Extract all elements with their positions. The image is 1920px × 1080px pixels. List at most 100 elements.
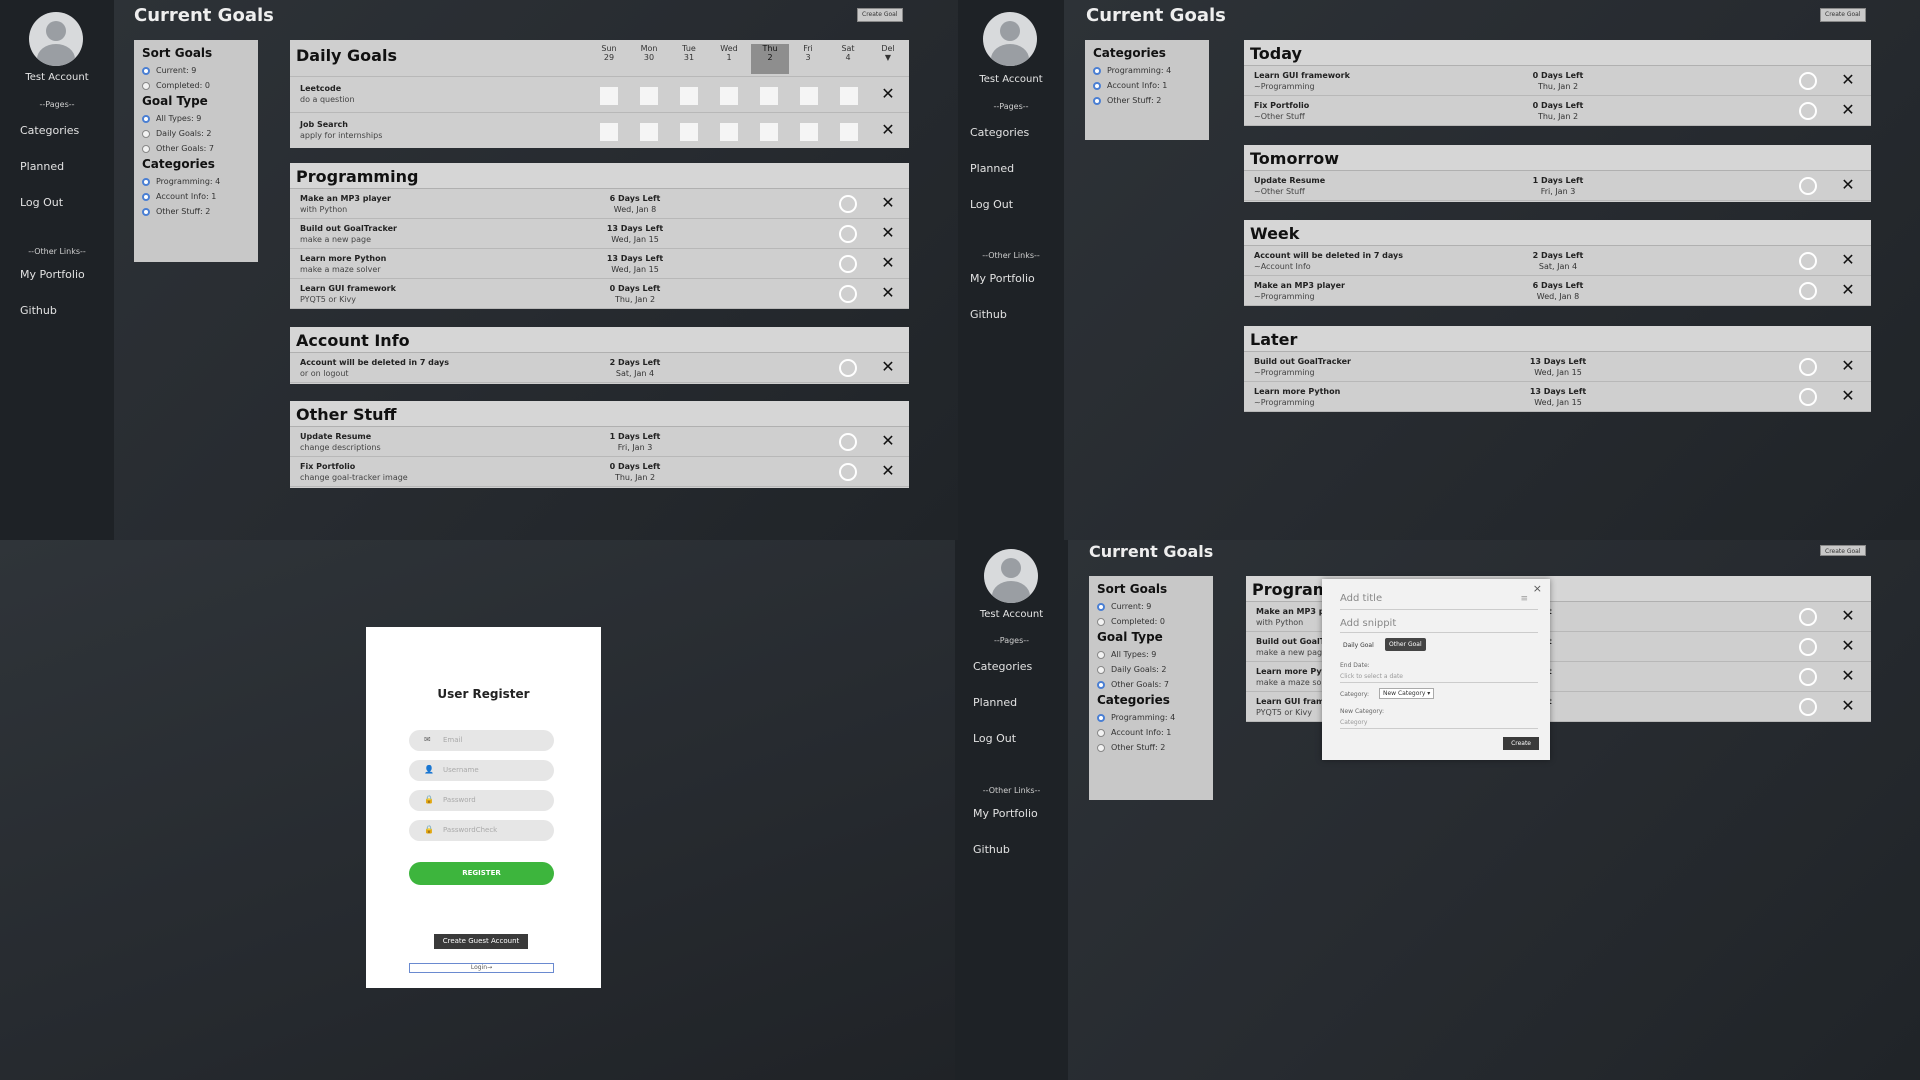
radio-icon[interactable]	[142, 207, 150, 216]
filter-daily[interactable]: Daily Goals: 2	[1097, 665, 1205, 674]
complete-circle-icon[interactable]	[1799, 358, 1817, 376]
nav-planned[interactable]: Planned	[20, 160, 64, 173]
create-button[interactable]: Create	[1503, 737, 1539, 750]
day-checkbox[interactable]	[840, 87, 858, 105]
delete-icon[interactable]: ✕	[1839, 70, 1857, 89]
delete-icon[interactable]: ✕	[879, 223, 897, 242]
radio-icon[interactable]	[1097, 680, 1105, 689]
day-checkbox[interactable]	[680, 123, 698, 141]
delete-icon[interactable]: ✕	[1839, 100, 1857, 119]
nav-portfolio[interactable]: My Portfolio	[970, 272, 1035, 285]
filter-other-stuff[interactable]: Other Stuff: 2	[1097, 743, 1205, 752]
complete-circle-icon[interactable]	[1799, 388, 1817, 406]
nav-categories[interactable]: Categories	[973, 660, 1032, 673]
password-field[interactable]: 🔒 Password	[409, 790, 554, 811]
filter-other[interactable]: Other Goals: 7	[142, 144, 250, 153]
radio-icon[interactable]	[1097, 602, 1105, 611]
menu-icon[interactable]: ≡	[1520, 594, 1528, 604]
delete-icon[interactable]: ✕	[1839, 356, 1857, 375]
delete-icon[interactable]: ✕	[1839, 696, 1857, 715]
delete-icon[interactable]: ✕	[879, 461, 897, 480]
nav-logout[interactable]: Log Out	[20, 196, 63, 209]
guest-account-button[interactable]: Create Guest Account	[434, 934, 528, 949]
snippet-input[interactable]: Add snippit	[1340, 618, 1396, 629]
day-checkbox[interactable]	[720, 87, 738, 105]
close-icon[interactable]: ×	[1533, 582, 1542, 595]
nav-github[interactable]: Github	[970, 308, 1007, 321]
end-date-input[interactable]: Click to select a date	[1340, 673, 1403, 680]
delete-icon[interactable]: ✕	[879, 357, 897, 376]
radio-icon[interactable]	[142, 144, 150, 153]
radio-icon[interactable]	[1097, 665, 1105, 674]
day-checkbox[interactable]	[760, 123, 778, 141]
complete-circle-icon[interactable]	[1799, 698, 1817, 716]
create-goal-button[interactable]: Create Goal	[1820, 545, 1866, 556]
radio-icon[interactable]	[142, 81, 150, 90]
title-input[interactable]: Add title	[1340, 593, 1382, 604]
delete-icon[interactable]: ✕	[1839, 606, 1857, 625]
complete-circle-icon[interactable]	[1799, 252, 1817, 270]
complete-circle-icon[interactable]	[839, 463, 857, 481]
filter-all-types[interactable]: All Types: 9	[1097, 650, 1205, 659]
nav-categories[interactable]: Categories	[970, 126, 1029, 139]
radio-icon[interactable]	[1097, 650, 1105, 659]
complete-circle-icon[interactable]	[839, 285, 857, 303]
filter-programming[interactable]: Programming: 4	[142, 177, 250, 186]
radio-icon[interactable]	[1097, 743, 1105, 752]
filter-completed[interactable]: Completed: 0	[1097, 617, 1205, 626]
delete-icon[interactable]: ✕	[1839, 386, 1857, 405]
nav-logout[interactable]: Log Out	[973, 732, 1016, 745]
nav-planned[interactable]: Planned	[973, 696, 1017, 709]
nav-planned[interactable]: Planned	[970, 162, 1014, 175]
complete-circle-icon[interactable]	[839, 433, 857, 451]
filter-completed[interactable]: Completed: 0	[142, 81, 250, 90]
radio-icon[interactable]	[142, 114, 150, 123]
nav-logout[interactable]: Log Out	[970, 198, 1013, 211]
day-checkbox[interactable]	[600, 87, 618, 105]
delete-icon[interactable]: ✕	[879, 84, 897, 103]
day-checkbox[interactable]	[720, 123, 738, 141]
complete-circle-icon[interactable]	[1799, 72, 1817, 90]
day-checkbox[interactable]	[760, 87, 778, 105]
login-button[interactable]: Login→	[409, 963, 554, 973]
complete-circle-icon[interactable]	[1799, 638, 1817, 656]
delete-icon[interactable]: ✕	[879, 120, 897, 139]
delete-icon[interactable]: ✕	[1839, 280, 1857, 299]
filter-account[interactable]: Account Info: 1	[142, 192, 250, 201]
delete-icon[interactable]: ✕	[879, 193, 897, 212]
delete-icon[interactable]: ✕	[1839, 636, 1857, 655]
email-field[interactable]: ✉ Email	[409, 730, 554, 751]
delete-icon[interactable]: ✕	[879, 253, 897, 272]
filter-account[interactable]: Account Info: 1	[1097, 728, 1205, 737]
complete-circle-icon[interactable]	[839, 225, 857, 243]
radio-icon[interactable]	[1093, 66, 1101, 75]
filter-other[interactable]: Other Goals: 7	[1097, 680, 1205, 689]
day-checkbox[interactable]	[640, 87, 658, 105]
delete-icon[interactable]: ✕	[1839, 175, 1857, 194]
radio-icon[interactable]	[1093, 96, 1101, 105]
day-checkbox[interactable]	[800, 87, 818, 105]
filter-other-stuff[interactable]: Other Stuff: 2	[142, 207, 250, 216]
password-check-field[interactable]: 🔒 PasswordCheck	[409, 820, 554, 841]
complete-circle-icon[interactable]	[839, 255, 857, 273]
filter-current[interactable]: Current: 9	[1097, 602, 1205, 611]
complete-circle-icon[interactable]	[1799, 102, 1817, 120]
delete-icon[interactable]: ✕	[879, 431, 897, 450]
radio-icon[interactable]	[142, 66, 150, 75]
register-button[interactable]: REGISTER	[409, 862, 554, 885]
radio-icon[interactable]	[1097, 617, 1105, 626]
radio-icon[interactable]	[1097, 728, 1105, 737]
create-goal-button[interactable]: Create Goal	[1820, 8, 1866, 22]
nav-github[interactable]: Github	[973, 843, 1010, 856]
delete-icon[interactable]: ✕	[879, 283, 897, 302]
day-checkbox[interactable]	[680, 87, 698, 105]
day-checkbox[interactable]	[640, 123, 658, 141]
other-goal-toggle[interactable]: Other Goal	[1385, 638, 1426, 651]
daily-goal-toggle[interactable]: Daily Goal	[1340, 640, 1377, 651]
filter-programming[interactable]: Programming: 4	[1093, 66, 1201, 75]
radio-icon[interactable]	[1093, 81, 1101, 90]
create-goal-button[interactable]: Create Goal	[857, 8, 903, 22]
day-checkbox[interactable]	[600, 123, 618, 141]
nav-github[interactable]: Github	[20, 304, 57, 317]
day-checkbox[interactable]	[800, 123, 818, 141]
